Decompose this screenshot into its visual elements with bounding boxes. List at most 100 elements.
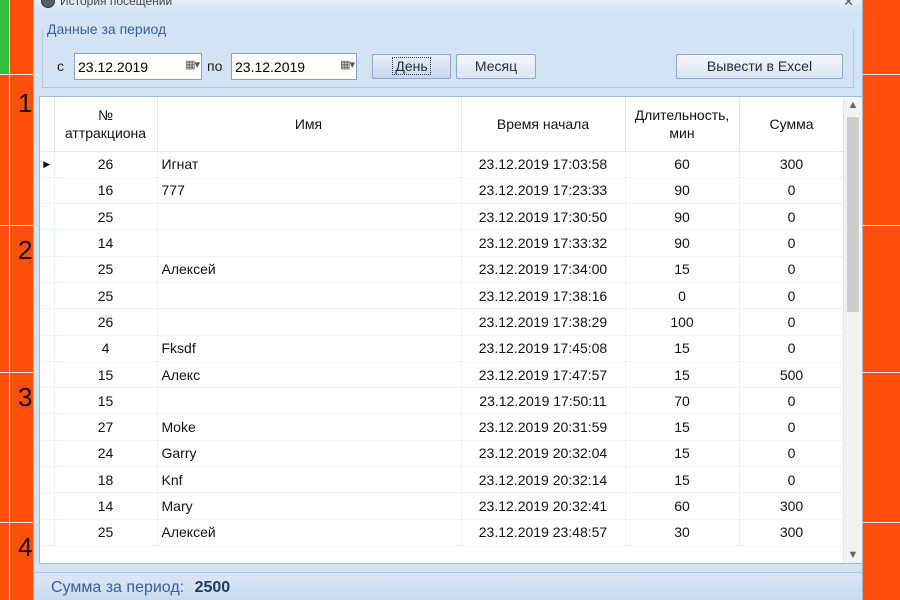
cell-name[interactable] <box>157 387 462 415</box>
cell-sum[interactable]: 0 <box>739 387 845 415</box>
scroll-up-icon[interactable]: ▲ <box>844 99 862 111</box>
table-row[interactable]: 27 Moke 23.12.2019 20:31:59 15 0 <box>40 413 845 441</box>
cell-name[interactable] <box>157 229 462 257</box>
cell-sum[interactable]: 0 <box>739 229 845 257</box>
cell-name[interactable] <box>157 308 462 336</box>
cell-sum[interactable]: 0 <box>739 413 845 441</box>
close-icon[interactable]: ✕ <box>843 0 854 10</box>
cell-sum[interactable]: 300 <box>739 151 845 178</box>
cell-name[interactable] <box>157 203 462 231</box>
cell-name[interactable] <box>157 282 462 310</box>
cell-start-time[interactable]: 23.12.2019 17:34:00 <box>461 256 626 283</box>
cell-sum[interactable]: 0 <box>739 440 845 468</box>
cell-attraction[interactable]: 25 <box>54 282 158 310</box>
cell-start-time[interactable]: 23.12.2019 17:23:33 <box>461 177 626 205</box>
to-date-picker[interactable]: 23.12.2019 ▦▾ <box>231 53 357 80</box>
cell-sum[interactable]: 0 <box>739 203 845 231</box>
cell-name[interactable]: Fksdf <box>157 335 462 362</box>
month-button[interactable]: Месяц <box>456 54 536 79</box>
cell-attraction[interactable]: 25 <box>54 203 158 231</box>
cell-attraction[interactable]: 26 <box>54 151 158 178</box>
from-date-picker[interactable]: 23.12.2019 ▦▾ <box>74 53 202 80</box>
cell-start-time[interactable]: 23.12.2019 20:32:41 <box>461 492 626 520</box>
cell-start-time[interactable]: 23.12.2019 17:38:29 <box>461 308 626 336</box>
cell-duration[interactable]: 15 <box>625 413 740 441</box>
cell-sum[interactable]: 300 <box>739 519 845 546</box>
table-row[interactable]: ▶ 26 Игнат 23.12.2019 17:03:58 60 300 <box>40 151 845 178</box>
scroll-down-icon[interactable]: ▼ <box>844 549 862 561</box>
cell-name[interactable]: Garry <box>157 440 462 468</box>
cell-duration[interactable]: 30 <box>625 519 740 546</box>
table-row[interactable]: 18 Knf 23.12.2019 20:32:14 15 0 <box>40 466 845 494</box>
table-row[interactable]: 16 777 23.12.2019 17:23:33 90 0 <box>40 177 845 205</box>
cell-duration[interactable]: 0 <box>625 282 740 310</box>
cell-name[interactable]: Moke <box>157 413 462 441</box>
table-row[interactable]: 25 23.12.2019 17:38:16 0 0 <box>40 282 845 310</box>
cell-duration[interactable]: 60 <box>625 151 740 178</box>
cell-attraction[interactable]: 16 <box>54 177 158 205</box>
cell-name[interactable]: Игнат <box>157 151 462 178</box>
cell-attraction[interactable]: 26 <box>54 308 158 336</box>
cell-sum[interactable]: 0 <box>739 256 845 283</box>
cell-sum[interactable]: 0 <box>739 308 845 336</box>
column-header-sum[interactable]: Сумма <box>739 97 845 152</box>
cell-name[interactable]: 777 <box>157 177 462 205</box>
cell-sum[interactable]: 0 <box>739 282 845 310</box>
cell-attraction[interactable]: 15 <box>54 387 158 415</box>
table-row[interactable]: 14 23.12.2019 17:33:32 90 0 <box>40 229 845 257</box>
cell-start-time[interactable]: 23.12.2019 17:38:16 <box>461 282 626 310</box>
cell-sum[interactable]: 0 <box>739 177 845 205</box>
cell-attraction[interactable]: 25 <box>54 256 158 283</box>
table-row[interactable]: 24 Garry 23.12.2019 20:32:04 15 0 <box>40 440 845 468</box>
cell-start-time[interactable]: 23.12.2019 20:31:59 <box>461 413 626 441</box>
cell-duration[interactable]: 100 <box>625 308 740 336</box>
table-row[interactable]: 25 23.12.2019 17:30:50 90 0 <box>40 203 845 231</box>
cell-sum[interactable]: 500 <box>739 361 845 389</box>
cell-start-time[interactable]: 23.12.2019 17:47:57 <box>461 361 626 389</box>
visits-grid[interactable]: № аттракциона Имя Время начала Длительно… <box>39 96 863 564</box>
scrollbar-thumb[interactable] <box>847 117 859 312</box>
cell-attraction[interactable]: 27 <box>54 413 158 441</box>
cell-duration[interactable]: 90 <box>625 177 740 205</box>
cell-start-time[interactable]: 23.12.2019 17:30:50 <box>461 203 626 231</box>
cell-name[interactable]: Knf <box>157 466 462 494</box>
column-header-attraction[interactable]: № аттракциона <box>54 97 158 152</box>
cell-sum[interactable]: 300 <box>739 492 845 520</box>
column-header-name[interactable]: Имя <box>157 97 462 152</box>
cell-sum[interactable]: 0 <box>739 466 845 494</box>
cell-attraction[interactable]: 15 <box>54 361 158 389</box>
table-row[interactable]: 25 Алексей 23.12.2019 17:34:00 15 0 <box>40 256 845 283</box>
cell-duration[interactable]: 15 <box>625 335 740 362</box>
cell-duration[interactable]: 60 <box>625 492 740 520</box>
cell-duration[interactable]: 15 <box>625 361 740 389</box>
cell-start-time[interactable]: 23.12.2019 23:48:57 <box>461 519 626 546</box>
cell-start-time[interactable]: 23.12.2019 20:32:04 <box>461 440 626 468</box>
table-row[interactable]: 4 Fksdf 23.12.2019 17:45:08 15 0 <box>40 335 845 362</box>
cell-attraction[interactable]: 18 <box>54 466 158 494</box>
cell-attraction[interactable]: 14 <box>54 229 158 257</box>
table-row[interactable]: 15 23.12.2019 17:50:11 70 0 <box>40 387 845 415</box>
cell-duration[interactable]: 15 <box>625 256 740 283</box>
cell-name[interactable]: Алексей <box>157 519 462 546</box>
cell-start-time[interactable]: 23.12.2019 17:45:08 <box>461 335 626 362</box>
cell-duration[interactable]: 90 <box>625 229 740 257</box>
cell-name[interactable]: Алексей <box>157 256 462 283</box>
cell-duration[interactable]: 90 <box>625 203 740 231</box>
cell-duration[interactable]: 15 <box>625 440 740 468</box>
cell-duration[interactable]: 70 <box>625 387 740 415</box>
table-row[interactable]: 25 Алексей 23.12.2019 23:48:57 30 300 <box>40 519 845 546</box>
column-header-start-time[interactable]: Время начала <box>461 97 626 152</box>
cell-attraction[interactable]: 25 <box>54 519 158 546</box>
cell-duration[interactable]: 15 <box>625 466 740 494</box>
calendar-dropdown-icon[interactable]: ▦▾ <box>340 58 355 71</box>
cell-attraction[interactable]: 24 <box>54 440 158 468</box>
cell-start-time[interactable]: 23.12.2019 17:03:58 <box>461 151 626 178</box>
column-header-duration[interactable]: Длительность, мин <box>625 97 740 152</box>
cell-name[interactable]: Mary <box>157 492 462 520</box>
cell-sum[interactable]: 0 <box>739 335 845 362</box>
cell-name[interactable]: Алекс <box>157 361 462 389</box>
calendar-dropdown-icon[interactable]: ▦▾ <box>185 58 200 71</box>
table-row[interactable]: 15 Алекс 23.12.2019 17:47:57 15 500 <box>40 361 845 389</box>
cell-start-time[interactable]: 23.12.2019 17:33:32 <box>461 229 626 257</box>
cell-attraction[interactable]: 4 <box>54 335 158 362</box>
